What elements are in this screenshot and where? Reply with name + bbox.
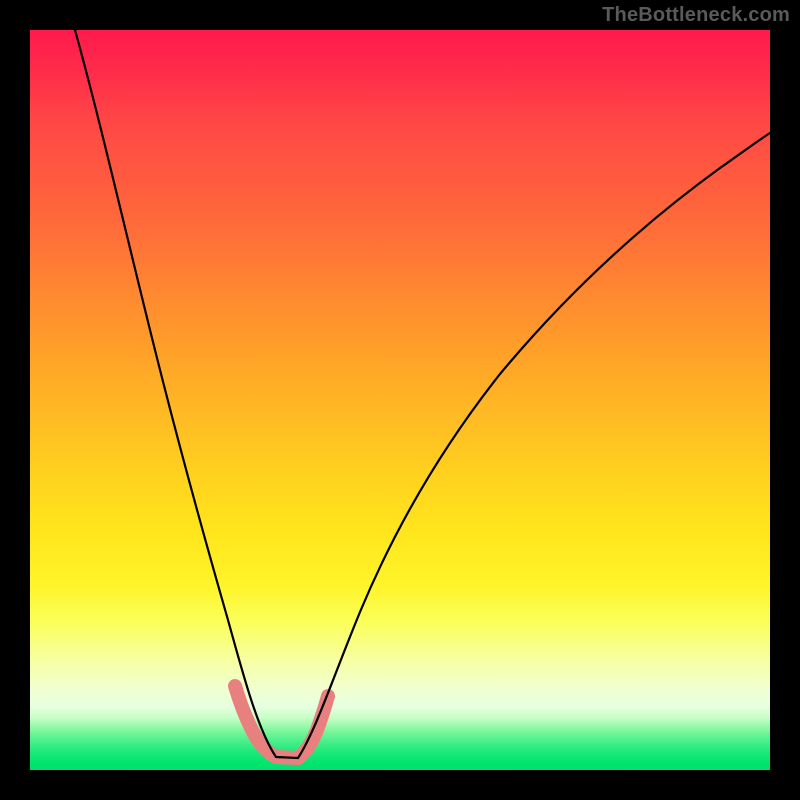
curve-svg — [30, 30, 770, 770]
bottleneck-curve — [75, 30, 770, 758]
outer-frame: TheBottleneck.com — [0, 0, 800, 800]
highlight-marker — [235, 686, 328, 758]
plot-area — [30, 30, 770, 770]
watermark-text: TheBottleneck.com — [602, 4, 790, 27]
